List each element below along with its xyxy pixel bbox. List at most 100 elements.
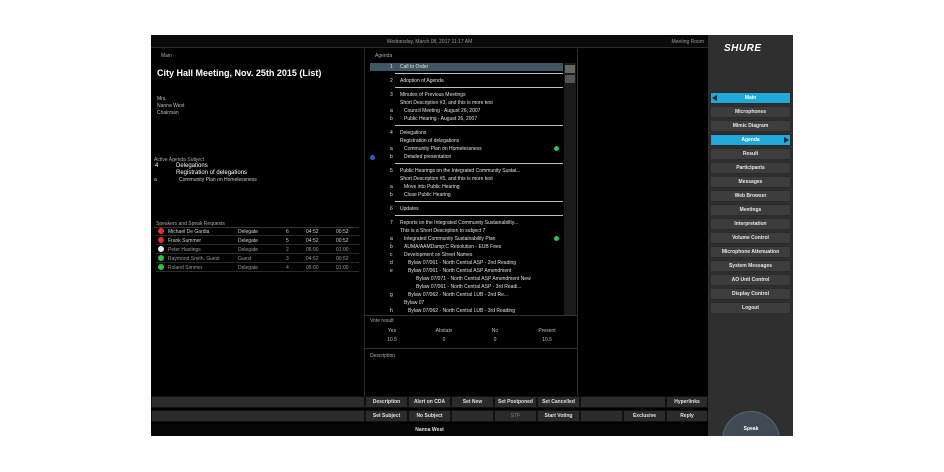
speaker-status-dot <box>158 264 164 270</box>
empty-button <box>151 410 365 422</box>
menu-item-display-control[interactable]: Display Control <box>710 288 791 300</box>
active-agenda-title: Delegations <box>176 163 208 169</box>
agenda-item[interactable]: 4 Delegations <box>370 129 563 137</box>
agenda-item[interactable]: 6 Updates <box>370 205 563 213</box>
speaker-row[interactable]: Raymond Smith, Guest Guest 3 04:52 00:52 <box>156 254 359 263</box>
vote-value-yes: 10.5 <box>387 337 397 343</box>
agenda-item[interactable]: b Detailed presentation <box>370 153 563 161</box>
agenda-item[interactable]: b Public Hearing - August 26, 2007 <box>370 115 563 123</box>
set-postponed-button[interactable]: Set Postponed <box>494 396 537 408</box>
speaker-role: Delegate <box>238 238 259 244</box>
agenda-item[interactable]: 1 Call to Order <box>370 63 563 71</box>
agenda-scrollbar[interactable] <box>564 63 576 315</box>
menu-item-participants[interactable]: Participants <box>710 162 791 174</box>
menu-item-main[interactable]: Main <box>710 92 791 104</box>
stf-button[interactable]: STF <box>494 410 537 422</box>
set-cancelled-button[interactable]: Set Cancelled <box>537 396 580 408</box>
agenda-item-text: Adoption of Agenda <box>400 78 444 84</box>
menu-item-web-browser[interactable]: Web Browser <box>710 190 791 202</box>
menu-item-agenda[interactable]: Agenda <box>710 134 791 146</box>
scroll-thumb[interactable] <box>565 65 575 73</box>
menu-item-logout[interactable]: Logout <box>710 302 791 314</box>
agenda-item-text: Bylaw 07/062 - North Central LUB - 3rd R… <box>408 308 515 314</box>
speak-button[interactable]: Speak <box>722 411 780 436</box>
speaker-row[interactable]: Michael De Gardia Delegate 6 04:52 00:52 <box>156 227 359 236</box>
agenda-item-text: This is a Short Description to subject 7 <box>400 228 486 234</box>
side-menu: SHURE Main Microphones Mimic Diagram Agenda… <box>708 35 793 436</box>
hyperlinks-button[interactable]: Hyperlinks <box>666 396 708 408</box>
person-role: Chairman <box>157 110 179 116</box>
agenda-item-number: 2 <box>390 78 393 84</box>
speaker-status-dot <box>158 246 164 252</box>
agenda-item[interactable]: d Bylaw 07/061 - North Central ASP - 2nd … <box>370 259 563 267</box>
agenda-item[interactable]: Registration of delegations <box>370 137 563 145</box>
agenda-item[interactable]: 5 Public Hearings on the Integrated Commu… <box>370 167 563 175</box>
menu-item-label: Result <box>742 151 759 157</box>
menu-item-microphone-attenuation[interactable]: Microphone Attenuation <box>710 246 791 258</box>
menu-item-volume-control[interactable]: Volume Control <box>710 232 791 244</box>
agenda-item[interactable]: This is a Short Description to subject 7 <box>370 227 563 235</box>
vote-result-label: Vote result <box>370 318 394 324</box>
menu-item-interpretation[interactable]: Interpretation <box>710 218 791 230</box>
menu-item-label: Main <box>744 95 757 101</box>
menu-item-microphones[interactable]: Microphones <box>710 106 791 118</box>
agenda-list[interactable]: 1 Call to Order 2 Adoption of Agenda 3 Minute… <box>370 63 563 315</box>
agenda-item[interactable]: Short Description #3, and this is more t… <box>370 99 563 107</box>
start-voting-button[interactable]: Start Voting <box>537 410 580 422</box>
set-subject-button[interactable]: Set Subject <box>365 410 408 422</box>
agenda-item[interactable]: 7 Reports on the Integrated Community Sus… <box>370 219 563 227</box>
agenda-item-text: Call to Order <box>400 64 429 70</box>
agenda-item-text: Reports on the Integrated Community Sust… <box>400 220 519 226</box>
no-subject-button[interactable]: No Subject <box>408 410 451 422</box>
speaker-row[interactable]: Roland Simmer Delegate 4 05:00 01:00 <box>156 263 359 272</box>
agenda-item-number: b <box>390 192 393 198</box>
speaker-remaining: 00:52 <box>336 238 349 244</box>
vote-header-yes: Yes <box>387 328 397 334</box>
menu-item-system-messages[interactable]: System Messages <box>710 260 791 272</box>
agenda-item[interactable]: 3 Minutes of Previous Meetings <box>370 91 563 99</box>
agenda-item[interactable]: Bylaw 07/071 - North Central ASP Amendme… <box>370 275 563 283</box>
agenda-item[interactable]: a Move into Public Hearing <box>370 183 563 191</box>
menu-item-result[interactable]: Result <box>710 148 791 160</box>
agenda-item[interactable]: a Integrated Community Sustainability Pla… <box>370 235 563 243</box>
agenda-item[interactable]: b AUMA/AAMDamp;C Resolution - EUB Fees <box>370 243 563 251</box>
agenda-item[interactable]: 2 Adoption of Agenda <box>370 77 563 85</box>
description-button[interactable]: Description <box>365 396 408 408</box>
speaker-row[interactable]: Frank Summer Delegate 5 04:52 00:52 <box>156 236 359 245</box>
reply-button[interactable]: Reply <box>666 410 708 422</box>
scroll-button[interactable] <box>565 75 575 83</box>
agenda-item-number: b <box>390 154 393 160</box>
speaker-name: Raymond Smith, Guest <box>168 256 220 262</box>
agenda-item[interactable]: c Development on Street Names <box>370 251 563 259</box>
speaker-row[interactable]: Peter Hastings Delegate 2 05:00 01:00 <box>156 245 359 254</box>
speaker-role: Delegate <box>238 265 259 271</box>
vote-value-abstain: 0 <box>442 337 446 343</box>
menu-item-mimic-diagram[interactable]: Mimic Diagram <box>710 120 791 132</box>
agenda-item[interactable]: a Community Plan on Homelessness <box>370 145 563 153</box>
agenda-item[interactable]: Bylaw 07 <box>370 299 563 307</box>
agenda-item[interactable]: Bylaw 07/061 - North Central ASP - 3rd R… <box>370 283 563 291</box>
menu-item-label: Display Control <box>732 291 769 297</box>
agenda-item[interactable]: h Bylaw 07/062 - North Central LUB - 3rd … <box>370 307 563 315</box>
vote-header-no: No <box>491 328 499 334</box>
exclusive-button[interactable]: Exclusive <box>623 410 666 422</box>
menu-item-meetings[interactable]: Meetings <box>710 204 791 216</box>
menu-item-label: Volume Control <box>732 235 769 241</box>
agenda-item[interactable]: Short Description #5, and this is more t… <box>370 175 563 183</box>
agenda-item-number: g <box>390 292 393 298</box>
alert-on-cda-button[interactable]: Alert on CDA <box>408 396 451 408</box>
menu-item-ao-unit-control[interactable]: AO Unit Control <box>710 274 791 286</box>
agenda-item-text: Council Meeting - August 26, 2007 <box>404 108 481 114</box>
menu-item-label: System Messages <box>728 263 773 269</box>
speaker-role: Delegate <box>238 247 259 253</box>
agenda-item[interactable]: g Bylaw 07/062 - North Central LUB - 2nd … <box>370 291 563 299</box>
agenda-item-number: 4 <box>390 130 393 136</box>
agenda-item[interactable]: b Close Public Hearing <box>370 191 563 199</box>
agenda-item-number: 7 <box>390 220 393 226</box>
agenda-item[interactable]: e Bylaw 07/061 - North Central ASP Amendm… <box>370 267 563 275</box>
speaker-status-dot <box>158 237 164 243</box>
menu-item-messages[interactable]: Messages <box>710 176 791 188</box>
set-new-button[interactable]: Set New <box>451 396 494 408</box>
agenda-item-text: Short Description #3, and this is more t… <box>400 100 493 106</box>
agenda-item[interactable]: a Council Meeting - August 26, 2007 <box>370 107 563 115</box>
